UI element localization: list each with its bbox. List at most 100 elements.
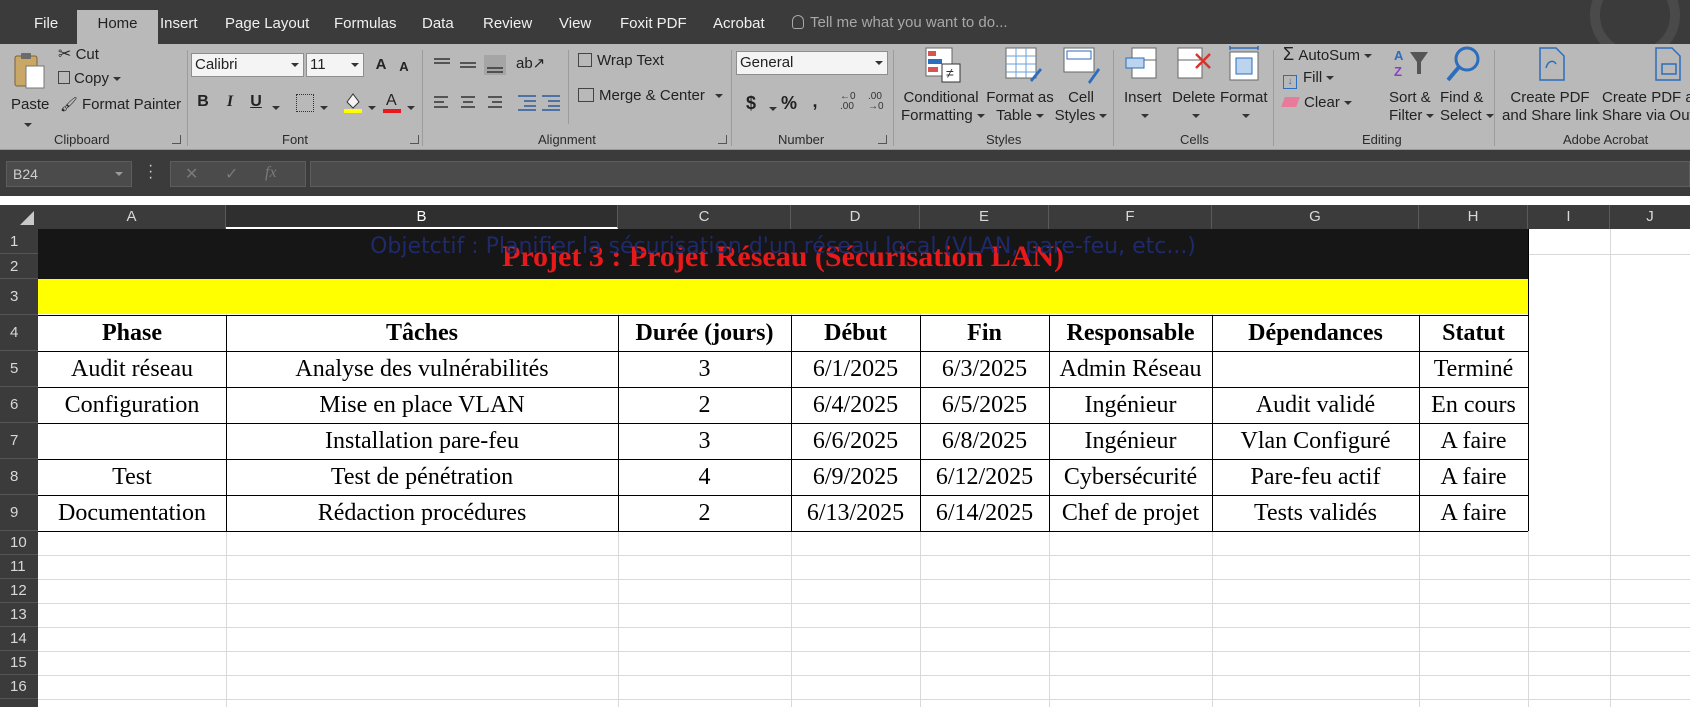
font-size-combo[interactable]: 11 bbox=[306, 53, 364, 77]
more-options-icon[interactable]: · · · bbox=[148, 158, 153, 186]
format-as-table-icon[interactable] bbox=[1004, 46, 1042, 84]
column-header-c[interactable]: C bbox=[618, 205, 791, 229]
sort-filter-button[interactable]: Sort & Filter bbox=[1389, 89, 1435, 125]
tab-view[interactable]: View bbox=[547, 10, 603, 44]
font-name-combo[interactable]: Calibri bbox=[191, 53, 304, 77]
header-cell-dependances[interactable]: Dépendances bbox=[1212, 315, 1419, 351]
clear-button[interactable]: Clear bbox=[1281, 94, 1352, 111]
cell-phase[interactable] bbox=[38, 423, 226, 459]
cell-responsable[interactable]: Chef de projet bbox=[1049, 495, 1212, 531]
cell-phase[interactable]: Audit réseau bbox=[38, 351, 226, 387]
cell-duree[interactable]: 2 bbox=[618, 495, 791, 531]
increase-decimal-icon[interactable]: ←0.00 bbox=[840, 92, 856, 112]
create-pdf-share-link-icon[interactable] bbox=[1534, 46, 1568, 84]
paste-icon[interactable] bbox=[12, 52, 46, 92]
row-header-4[interactable]: 4 bbox=[0, 315, 38, 351]
fill-color-icon[interactable] bbox=[343, 90, 363, 114]
cell-phase[interactable]: Documentation bbox=[38, 495, 226, 531]
borders-dropdown-caret[interactable] bbox=[316, 99, 328, 115]
alignment-launcher-icon[interactable] bbox=[718, 135, 727, 144]
paste-button[interactable]: Paste bbox=[11, 96, 49, 114]
insert-function-icon[interactable]: fx bbox=[265, 164, 277, 182]
cell-phase[interactable]: Configuration bbox=[38, 387, 226, 423]
delete-cells-button[interactable]: Delete bbox=[1172, 89, 1215, 125]
cell-debut[interactable]: 6/13/2025 bbox=[791, 495, 920, 531]
formula-input[interactable] bbox=[310, 161, 1690, 187]
column-header-a[interactable]: A bbox=[38, 205, 226, 229]
row-header-1[interactable]: 1 bbox=[0, 229, 38, 254]
cell-fin[interactable]: 6/8/2025 bbox=[920, 423, 1049, 459]
row-header-3[interactable]: 3 bbox=[0, 279, 38, 315]
number-format-combo[interactable]: General bbox=[736, 51, 888, 75]
merge-center-button[interactable]: Merge & Center bbox=[578, 87, 723, 104]
fill-color-dropdown-caret[interactable] bbox=[364, 99, 376, 115]
header-cell-statut[interactable]: Statut bbox=[1419, 315, 1528, 351]
column-header-j[interactable]: J bbox=[1610, 205, 1690, 229]
header-cell-fin[interactable]: Fin bbox=[920, 315, 1049, 351]
autosum-button[interactable]: Σ AutoSum bbox=[1283, 44, 1373, 65]
cell-duree[interactable]: 4 bbox=[618, 459, 791, 495]
grow-font-button[interactable]: A bbox=[370, 53, 392, 77]
underline-dropdown-caret[interactable] bbox=[268, 99, 280, 115]
column-header-h[interactable]: H bbox=[1419, 205, 1528, 229]
column-header-d[interactable]: D bbox=[791, 205, 920, 229]
tab-page-layout[interactable]: Page Layout bbox=[213, 10, 321, 44]
column-header-i[interactable]: I bbox=[1528, 205, 1610, 229]
tab-home[interactable]: Home bbox=[77, 10, 158, 44]
row-header-16[interactable]: 16 bbox=[0, 675, 38, 699]
sheet-objective[interactable]: Objetctif : Planifier la sécurisation d'… bbox=[38, 233, 1528, 261]
column-header-e[interactable]: E bbox=[920, 205, 1049, 229]
row-header-13[interactable]: 13 bbox=[0, 603, 38, 627]
tab-file[interactable]: File bbox=[22, 10, 70, 44]
cell-styles-button[interactable]: Cell Styles bbox=[1054, 89, 1108, 125]
cell-tache[interactable]: Mise en place VLAN bbox=[226, 387, 618, 423]
column-header-b[interactable]: B bbox=[226, 205, 618, 229]
row-header-12[interactable]: 12 bbox=[0, 579, 38, 603]
tab-foxit-pdf[interactable]: Foxit PDF bbox=[608, 10, 699, 44]
bold-button[interactable]: B bbox=[192, 90, 214, 114]
insert-cells-button[interactable]: Insert bbox=[1124, 89, 1162, 125]
cell-dependances[interactable]: Audit validé bbox=[1212, 387, 1419, 423]
horizontal-align-icons[interactable] bbox=[432, 94, 506, 112]
enter-check-icon[interactable]: ✓ bbox=[225, 164, 238, 184]
cell-tache[interactable]: Installation pare-feu bbox=[226, 423, 618, 459]
cell-dependances[interactable] bbox=[1212, 351, 1419, 387]
tab-review[interactable]: Review bbox=[471, 10, 544, 44]
copy-button[interactable]: Copy bbox=[58, 70, 122, 87]
worksheet-grid[interactable]: Projet 3 : Projet Réseau (Sécurisation L… bbox=[38, 229, 1690, 707]
row-header-2[interactable]: 2 bbox=[0, 254, 38, 279]
row-header-5[interactable]: 5 bbox=[0, 351, 38, 387]
font-color-icon[interactable]: A bbox=[382, 90, 402, 114]
find-select-button[interactable]: Find & Select bbox=[1440, 89, 1494, 125]
cell-debut[interactable]: 6/4/2025 bbox=[791, 387, 920, 423]
cell-responsable[interactable]: Cybersécurité bbox=[1049, 459, 1212, 495]
insert-cells-icon[interactable] bbox=[1124, 46, 1160, 82]
name-box[interactable]: B24 bbox=[6, 161, 132, 187]
sort-filter-icon[interactable]: AZ bbox=[1392, 46, 1430, 82]
cell-tache[interactable]: Analyse des vulnérabilités bbox=[226, 351, 618, 387]
indent-icons[interactable] bbox=[516, 94, 562, 112]
cell-fin[interactable]: 6/5/2025 bbox=[920, 387, 1049, 423]
select-all-corner[interactable] bbox=[0, 205, 38, 229]
cell-phase[interactable]: Test bbox=[38, 459, 226, 495]
format-painter-button[interactable]: 🖌 Format Painter bbox=[60, 96, 181, 113]
cell-responsable[interactable]: Admin Réseau bbox=[1049, 351, 1212, 387]
vertical-align-icons[interactable] bbox=[432, 54, 506, 76]
cell-fin[interactable]: 6/12/2025 bbox=[920, 459, 1049, 495]
cell-responsable[interactable]: Ingénieur bbox=[1049, 387, 1212, 423]
row-header-15[interactable]: 15 bbox=[0, 651, 38, 675]
cell-duree[interactable]: 2 bbox=[618, 387, 791, 423]
underline-button[interactable]: U bbox=[245, 90, 267, 114]
paste-dropdown-caret[interactable] bbox=[20, 116, 32, 132]
conditional-formatting-icon[interactable]: ≠ bbox=[924, 46, 962, 84]
header-cell-taches[interactable]: Tâches bbox=[226, 315, 618, 351]
cell-statut[interactable]: Terminé bbox=[1419, 351, 1528, 387]
row-header-9[interactable]: 9 bbox=[0, 495, 38, 531]
tab-formulas[interactable]: Formulas bbox=[322, 10, 409, 44]
cell-duree[interactable]: 3 bbox=[618, 351, 791, 387]
cell-debut[interactable]: 6/1/2025 bbox=[791, 351, 920, 387]
conditional-formatting-button[interactable]: Conditional Formatting bbox=[901, 89, 985, 125]
number-launcher-icon[interactable] bbox=[878, 135, 887, 144]
create-pdf-outlook-button[interactable]: Create PDF a Share via Out bbox=[1602, 89, 1690, 125]
cell-dependances[interactable]: Tests validés bbox=[1212, 495, 1419, 531]
